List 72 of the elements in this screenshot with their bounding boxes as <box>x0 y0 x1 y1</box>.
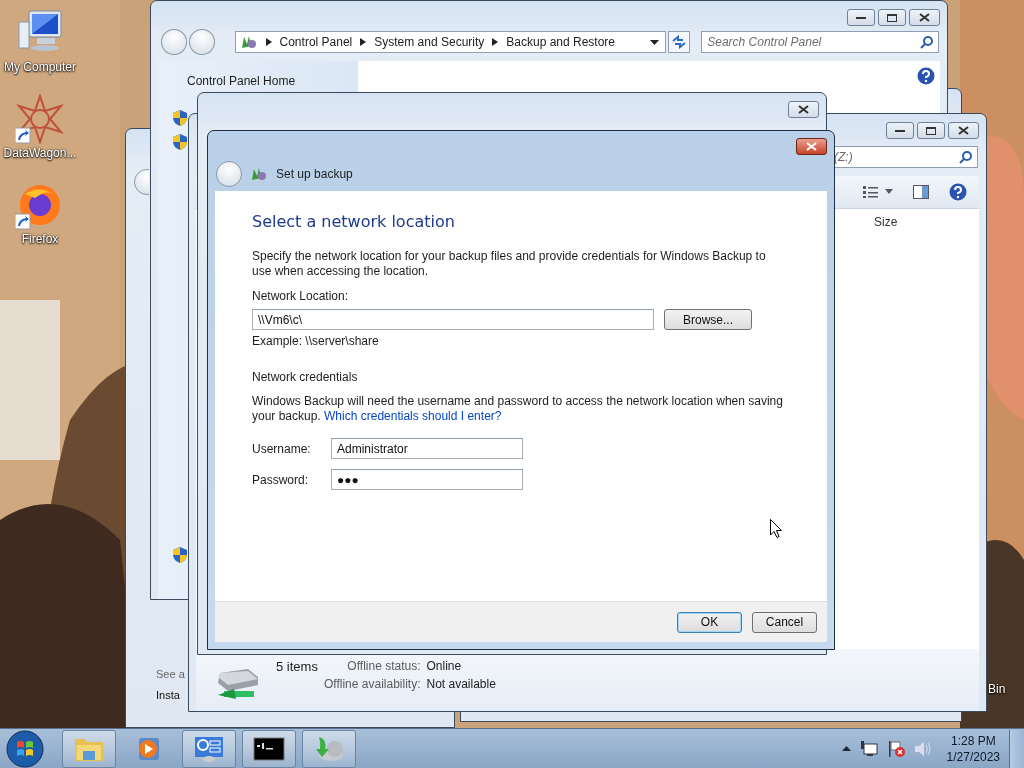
close-button[interactable] <box>909 9 940 26</box>
maximize-icon <box>926 126 936 135</box>
shield-icon <box>173 134 187 150</box>
flag-icon[interactable] <box>886 739 905 758</box>
close-button[interactable] <box>948 122 979 139</box>
minimize-button[interactable] <box>847 9 875 26</box>
input-field[interactable]: ●●● <box>331 469 523 490</box>
status-value: Not available <box>426 677 496 691</box>
taskbar-button[interactable] <box>242 729 296 768</box>
shield-icon <box>173 547 187 563</box>
chevron-icon <box>492 38 499 46</box>
maximize-button[interactable] <box>878 9 906 26</box>
network-icon[interactable] <box>859 740 878 757</box>
view-list-icon[interactable] <box>863 186 893 198</box>
maximize-icon <box>887 13 897 22</box>
preview-pane-icon[interactable] <box>913 185 929 199</box>
show-desktop-button[interactable] <box>1009 729 1024 768</box>
field-label: Password: <box>252 472 310 487</box>
column-header[interactable]: Size <box>874 215 898 229</box>
chevron-icon <box>360 38 367 46</box>
maximize-button[interactable] <box>917 122 945 139</box>
status-value: Online <box>426 659 463 673</box>
cancel-button[interactable]: Cancel <box>752 611 817 633</box>
location-field[interactable]: \\Vm6\c\ <box>252 309 654 330</box>
sidebar-link[interactable]: See a <box>156 668 185 680</box>
minimize-button[interactable] <box>886 122 914 139</box>
help-icon[interactable] <box>949 183 967 201</box>
back-button[interactable] <box>216 161 242 187</box>
show-hidden-icon[interactable] <box>841 746 851 751</box>
dialog-title: Set up backup <box>276 167 353 181</box>
backup-icon <box>313 734 345 763</box>
browse-button[interactable]: Browse... <box>664 309 752 330</box>
back-button[interactable] <box>134 169 149 195</box>
help-icon[interactable] <box>917 67 935 85</box>
status-label: Offline availability: <box>324 677 421 691</box>
shield-icon <box>173 110 187 126</box>
credentials-text: Windows Backup will need the username and password to access the network location when saving your backup. Which credentials should I enter? <box>252 394 784 424</box>
ok-button[interactable]: OK <box>677 611 742 633</box>
example-text: Example: \\server\share <box>252 334 379 348</box>
item-count: 5 items <box>276 659 319 674</box>
refresh-button[interactable] <box>668 31 691 53</box>
field-label: Username: <box>252 441 312 456</box>
star-emblem-icon[interactable] <box>15 94 65 144</box>
control-panel-icon <box>193 734 225 763</box>
sidebar-link[interactable]: Insta <box>156 689 180 701</box>
instruction-text: Specify the network location for your backup files and provide credentials for Windows Backup to use when accessing the location. <box>252 249 767 279</box>
search-icon <box>920 35 933 49</box>
close-button[interactable] <box>788 101 819 118</box>
icon-label[interactable]: Bin <box>988 682 1006 696</box>
close-icon <box>919 13 930 22</box>
status-label: Offline status: <box>346 659 421 673</box>
close-icon <box>798 105 809 114</box>
page-heading: Select a network location <box>252 212 455 231</box>
clock[interactable]: 1:28 PM 1/27/2023 <box>946 732 1000 765</box>
search-field[interactable]: Search Control Panel <box>701 31 939 53</box>
close-icon <box>958 126 969 135</box>
cursor-icon <box>770 519 782 538</box>
address-bar[interactable]: Control Panel System and Security Backup and Restore <box>234 31 667 53</box>
clock-date: 1/27/2023 <box>946 748 1000 765</box>
dropdown-icon[interactable] <box>650 39 660 45</box>
start-button[interactable] <box>6 729 44 768</box>
sidebar-link[interactable]: Control Panel Home <box>187 74 358 88</box>
chevron-icon <box>265 38 272 46</box>
section-heading: Network credentials <box>252 370 358 384</box>
search-icon <box>959 150 972 164</box>
close-icon <box>806 142 817 151</box>
input-field[interactable]: Administrator <box>331 438 523 459</box>
clock-time: 1:28 PM <box>950 732 996 749</box>
help-link[interactable]: Which credentials should I enter? <box>324 409 502 423</box>
terminal-icon <box>253 734 285 763</box>
field-label: Network Location: <box>252 289 349 303</box>
close-button[interactable] <box>796 138 827 155</box>
